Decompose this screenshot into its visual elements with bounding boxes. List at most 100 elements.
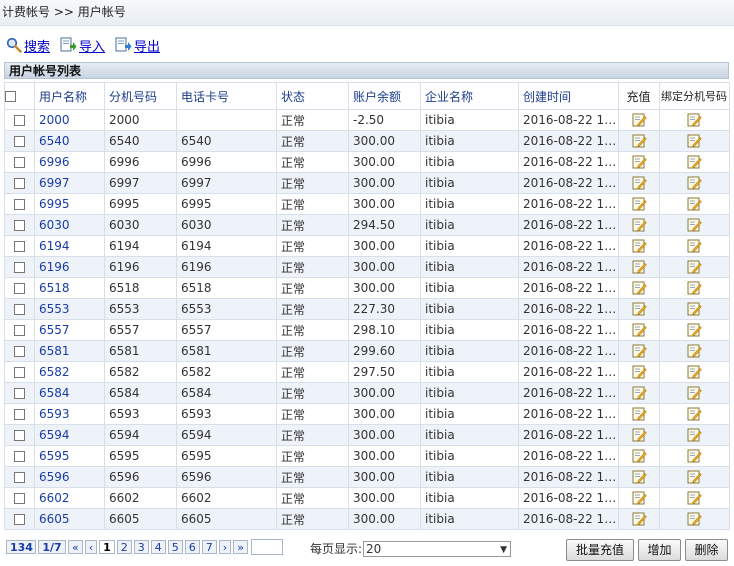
row-checkbox[interactable] [4, 319, 35, 341]
bind-extension-edit-icon[interactable] [687, 491, 702, 505]
row-checkbox[interactable] [4, 403, 35, 425]
column-header[interactable]: 用户名称 [34, 82, 105, 110]
row-checkbox[interactable] [4, 172, 35, 194]
per-page-select[interactable]: 20 ▼ [363, 540, 512, 557]
user-name-link[interactable]: 6557 [34, 319, 105, 341]
row-checkbox[interactable] [4, 151, 35, 173]
bind-extension-edit-icon[interactable] [687, 323, 702, 337]
column-header[interactable]: 电话卡号 [176, 82, 277, 110]
first-page-button[interactable]: « [68, 540, 83, 554]
user-name-link[interactable]: 6030 [34, 214, 105, 236]
user-name-link[interactable]: 6540 [34, 130, 105, 152]
bind-extension-edit-icon[interactable] [687, 134, 702, 148]
row-checkbox[interactable] [4, 256, 35, 278]
recharge-edit-icon[interactable] [632, 449, 647, 463]
recharge-edit-icon[interactable] [632, 113, 647, 127]
page-number-3[interactable]: 3 [133, 540, 149, 554]
user-name-link[interactable]: 6997 [34, 172, 105, 194]
user-name-link[interactable]: 6196 [34, 256, 105, 278]
row-checkbox[interactable] [4, 193, 35, 215]
delete-button[interactable]: 删除 [685, 539, 728, 561]
bind-extension-edit-icon[interactable] [687, 176, 702, 190]
row-checkbox[interactable] [4, 424, 35, 446]
row-checkbox[interactable] [4, 298, 35, 320]
bind-extension-edit-icon[interactable] [687, 512, 702, 526]
bind-extension-edit-icon[interactable] [687, 449, 702, 463]
recharge-edit-icon[interactable] [632, 323, 647, 337]
user-name-link[interactable]: 6996 [34, 151, 105, 173]
select-all-checkbox[interactable] [4, 82, 35, 110]
bind-extension-edit-icon[interactable] [687, 260, 702, 274]
user-name-link[interactable]: 6593 [34, 403, 105, 425]
export-button[interactable]: 导出 [115, 36, 160, 55]
user-name-link[interactable]: 6602 [34, 487, 105, 509]
user-name-link[interactable]: 6605 [34, 508, 105, 530]
page-number-7[interactable]: 7 [201, 540, 217, 554]
recharge-edit-icon[interactable] [632, 281, 647, 295]
row-checkbox[interactable] [4, 445, 35, 467]
recharge-edit-icon[interactable] [632, 512, 647, 526]
batch-recharge-button[interactable]: 批量充值 [566, 539, 634, 561]
bind-extension-edit-icon[interactable] [687, 344, 702, 358]
user-name-link[interactable]: 6194 [34, 235, 105, 257]
recharge-edit-icon[interactable] [632, 155, 647, 169]
row-checkbox[interactable] [4, 277, 35, 299]
recharge-edit-icon[interactable] [632, 470, 647, 484]
row-checkbox[interactable] [4, 214, 35, 236]
user-name-link[interactable]: 6584 [34, 382, 105, 404]
bind-extension-edit-icon[interactable] [687, 470, 702, 484]
bind-extension-edit-icon[interactable] [687, 428, 702, 442]
page-number-1[interactable]: 1 [99, 540, 115, 554]
recharge-edit-icon[interactable] [632, 428, 647, 442]
last-page-button[interactable]: » [233, 540, 248, 554]
bind-extension-edit-icon[interactable] [687, 302, 702, 316]
column-header[interactable]: 企业名称 [420, 82, 519, 110]
row-checkbox[interactable] [4, 508, 35, 530]
user-name-link[interactable]: 6581 [34, 340, 105, 362]
row-checkbox[interactable] [4, 130, 35, 152]
recharge-edit-icon[interactable] [632, 218, 647, 232]
user-name-link[interactable]: 6995 [34, 193, 105, 215]
bind-extension-edit-icon[interactable] [687, 155, 702, 169]
row-checkbox[interactable] [4, 466, 35, 488]
goto-page-input[interactable] [250, 539, 283, 555]
user-name-link[interactable]: 6596 [34, 466, 105, 488]
recharge-edit-icon[interactable] [632, 134, 647, 148]
recharge-edit-icon[interactable] [632, 176, 647, 190]
bind-extension-edit-icon[interactable] [687, 197, 702, 211]
recharge-edit-icon[interactable] [632, 407, 647, 421]
recharge-edit-icon[interactable] [632, 197, 647, 211]
recharge-edit-icon[interactable] [632, 386, 647, 400]
page-number-6[interactable]: 6 [184, 540, 200, 554]
user-name-link[interactable]: 6595 [34, 445, 105, 467]
page-number-4[interactable]: 4 [150, 540, 166, 554]
next-page-button[interactable]: › [218, 540, 232, 554]
recharge-edit-icon[interactable] [632, 239, 647, 253]
bind-extension-edit-icon[interactable] [687, 281, 702, 295]
page-number-5[interactable]: 5 [167, 540, 183, 554]
bind-extension-edit-icon[interactable] [687, 386, 702, 400]
column-header[interactable]: 状态 [276, 82, 349, 110]
add-button[interactable]: 增加 [638, 539, 681, 561]
recharge-edit-icon[interactable] [632, 344, 647, 358]
bind-extension-edit-icon[interactable] [687, 113, 702, 127]
user-name-link[interactable]: 6553 [34, 298, 105, 320]
bind-extension-edit-icon[interactable] [687, 218, 702, 232]
recharge-edit-icon[interactable] [632, 302, 647, 316]
user-name-link[interactable]: 6594 [34, 424, 105, 446]
user-name-link[interactable]: 6582 [34, 361, 105, 383]
row-checkbox[interactable] [4, 361, 35, 383]
row-checkbox[interactable] [4, 235, 35, 257]
bind-extension-edit-icon[interactable] [687, 365, 702, 379]
column-header[interactable]: 分机号码 [104, 82, 177, 110]
import-button[interactable]: 导入 [60, 36, 105, 55]
search-button[interactable]: 搜索 [6, 36, 50, 55]
page-number-2[interactable]: 2 [116, 540, 132, 554]
prev-page-button[interactable]: ‹ [84, 540, 98, 554]
bind-extension-edit-icon[interactable] [687, 239, 702, 253]
recharge-edit-icon[interactable] [632, 365, 647, 379]
recharge-edit-icon[interactable] [632, 491, 647, 505]
row-checkbox[interactable] [4, 109, 35, 131]
recharge-edit-icon[interactable] [632, 260, 647, 274]
column-header[interactable]: 创建时间 [518, 82, 619, 110]
